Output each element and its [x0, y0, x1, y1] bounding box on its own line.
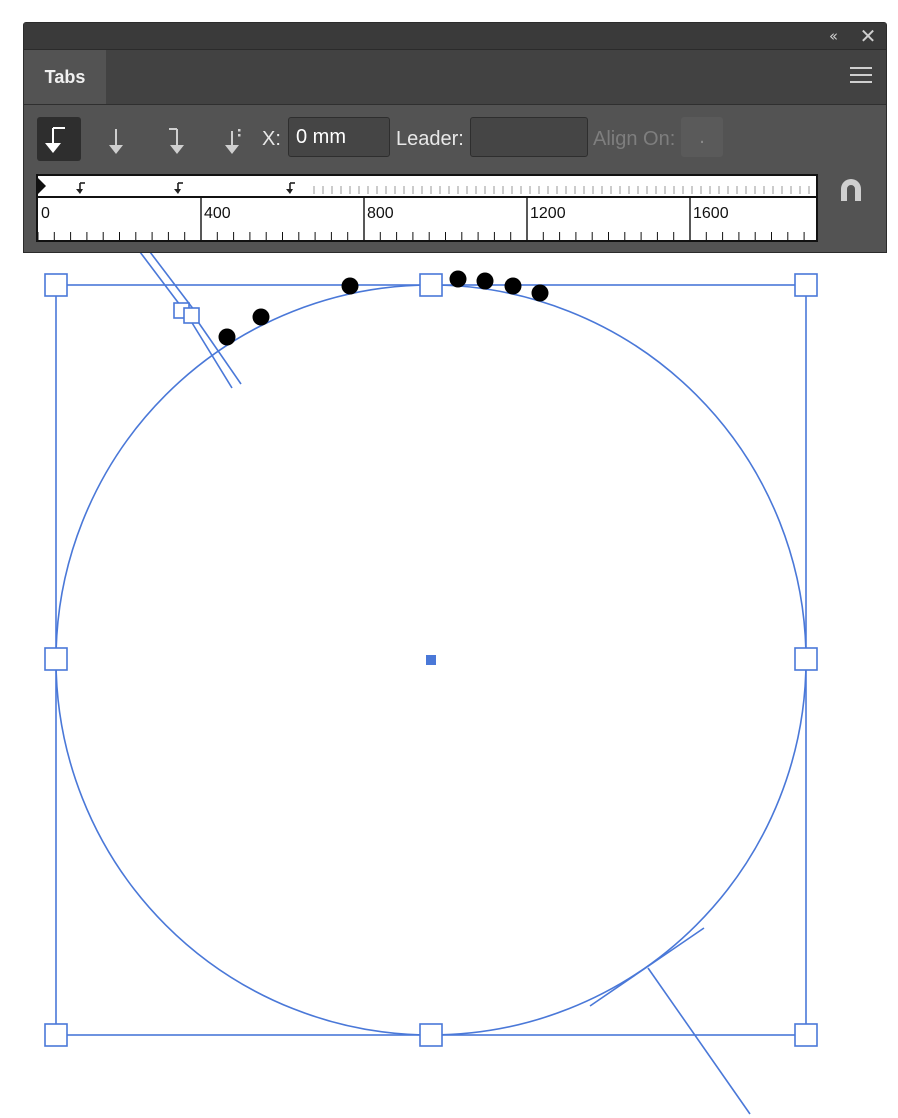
ruler-graphic: 0 400 800 1200 1600	[38, 178, 816, 240]
tabs-panel: ‹‹ ✕ Tabs X: 0 mm Leader: Align On: . 0 …	[23, 22, 887, 253]
close-icon[interactable]: ✕	[858, 26, 878, 46]
leader-label: Leader:	[396, 128, 464, 150]
text-glyph-dot	[252, 308, 270, 326]
ruler-label: 1200	[530, 205, 566, 222]
text-glyph-dot	[341, 277, 359, 295]
ruler-label: 0	[41, 205, 50, 222]
handle-middle-right	[794, 647, 818, 671]
panel-titlebar[interactable]: ‹‹ ✕	[24, 23, 886, 50]
decimal-justified-tab-icon	[225, 129, 241, 154]
handle-top-right	[794, 273, 818, 297]
tab-stop-marker[interactable]	[286, 182, 295, 194]
ruler-indent-marker	[38, 178, 46, 194]
center-justified-tab-button[interactable]	[94, 117, 138, 161]
leader-input[interactable]	[470, 117, 588, 157]
handle-top-center	[419, 273, 443, 297]
text-glyph-dot	[218, 328, 236, 346]
tab-ruler[interactable]: 0 400 800 1200 1600	[36, 174, 818, 242]
tab-stop-marker[interactable]	[76, 182, 85, 194]
handle-middle-left	[44, 647, 68, 671]
ruler-label: 400	[204, 205, 231, 222]
left-justified-tab-icon	[45, 127, 65, 153]
double-chevron-left-icon[interactable]: ‹‹	[822, 26, 842, 46]
magnet-icon[interactable]	[836, 175, 866, 205]
ruler-label: 800	[367, 205, 394, 222]
left-justified-tab-button[interactable]	[37, 117, 81, 161]
type-on-path-text	[218, 270, 549, 346]
text-glyph-dot	[504, 277, 522, 295]
handle-bottom-left	[44, 1023, 68, 1047]
ruler-label: 1600	[693, 205, 729, 222]
handle-bottom-right	[794, 1023, 818, 1047]
center-point[interactable]	[426, 655, 436, 665]
align-on-input: .	[681, 117, 723, 157]
hamburger-menu-icon[interactable]	[850, 67, 872, 85]
text-glyph-dot	[449, 270, 467, 288]
center-justified-tab-icon	[109, 129, 123, 154]
handle-bottom-center	[419, 1023, 443, 1047]
x-position-input[interactable]: 0 mm	[288, 117, 390, 157]
path-type-end-bracket[interactable]	[589, 927, 751, 1115]
path-type-start-bracket[interactable]	[139, 251, 242, 389]
align-on-label: Align On:	[593, 128, 676, 150]
panel-tab-row: Tabs	[24, 50, 886, 105]
text-glyph-dot	[476, 272, 494, 290]
tab-stop-marker[interactable]	[174, 182, 183, 194]
handle-top-left	[44, 273, 68, 297]
right-justified-tab-icon	[169, 128, 184, 154]
right-justified-tab-button[interactable]	[154, 117, 198, 161]
text-glyph-dot	[531, 284, 549, 302]
x-position-label: X:	[262, 128, 281, 150]
decimal-justified-tab-button[interactable]	[210, 117, 254, 161]
tab-tabs[interactable]: Tabs	[24, 50, 106, 104]
